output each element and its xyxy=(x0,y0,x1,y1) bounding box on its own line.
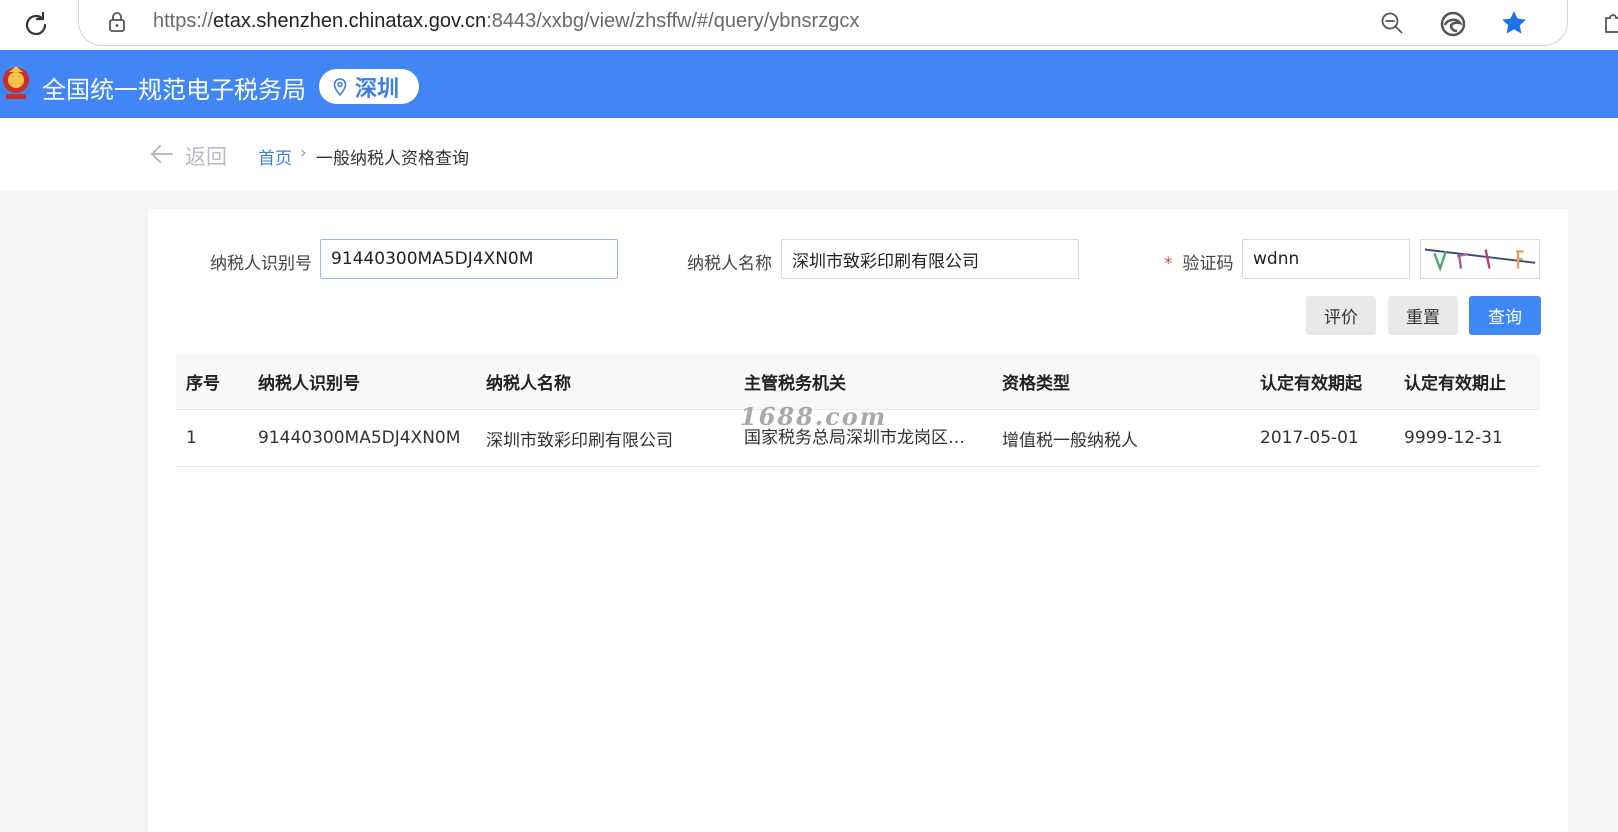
cell-valid-from: 2017-05-01 xyxy=(1260,428,1359,448)
browser-toolbar: https://etax.shenzhen.chinatax.gov.cn:84… xyxy=(0,0,1618,50)
taxpayer-id-label: 纳税人识别号 xyxy=(210,254,312,274)
cell-valid-to: 9999-12-31 xyxy=(1404,428,1503,448)
site-title: 全国统一规范电子税务局 xyxy=(42,76,306,104)
browser-extension-icon[interactable] xyxy=(1439,10,1467,38)
tax-emblem-icon xyxy=(3,66,29,99)
address-bar[interactable]: https://etax.shenzhen.chinatax.gov.cn:84… xyxy=(78,0,1568,46)
lock-icon[interactable] xyxy=(105,10,129,34)
cell-index: 1 xyxy=(186,428,197,448)
column-header-taxpayer-id: 纳税人识别号 xyxy=(258,374,360,394)
taxpayer-name-input[interactable] xyxy=(781,239,1079,279)
site-header: 全国统一规范电子税务局 深圳 xyxy=(0,50,1618,118)
taxpayer-id-input[interactable] xyxy=(320,239,618,279)
url-text[interactable]: https://etax.shenzhen.chinatax.gov.cn:84… xyxy=(153,10,859,33)
breadcrumb-home-link[interactable]: 首页 xyxy=(258,144,292,169)
column-header-tax-authority: 主管税务机关 xyxy=(744,374,846,394)
cell-taxpayer-name: 深圳市致彩印刷有限公司 xyxy=(486,430,673,451)
query-panel: 纳税人识别号 纳税人名称 * 验证码 评价 重置 查询 序号 纳税人识别号 纳税人… xyxy=(148,209,1568,832)
captcha-image[interactable] xyxy=(1420,239,1540,279)
extensions-puzzle-icon[interactable] xyxy=(1600,10,1618,36)
zoom-out-icon[interactable] xyxy=(1379,10,1405,36)
location-pin-icon xyxy=(333,77,347,96)
reload-icon[interactable] xyxy=(20,9,52,41)
city-name: 深圳 xyxy=(355,76,400,102)
captcha-input[interactable] xyxy=(1242,239,1410,279)
reset-button[interactable]: 重置 xyxy=(1388,296,1458,335)
column-header-valid-from: 认定有效期起 xyxy=(1260,374,1362,394)
column-header-valid-to: 认定有效期止 xyxy=(1404,374,1506,394)
cell-qualification-type: 增值税一般纳税人 xyxy=(1002,430,1138,451)
column-header-qualification-type: 资格类型 xyxy=(1002,374,1070,394)
captcha-label-text: 验证码 xyxy=(1182,254,1234,274)
column-header-index: 序号 xyxy=(186,374,220,394)
breadcrumb: 返回 首页 › 一般纳税人资格查询 xyxy=(0,118,1618,190)
watermark: 1688.com xyxy=(740,402,888,431)
favorite-star-icon[interactable] xyxy=(1499,8,1529,38)
query-button[interactable]: 查询 xyxy=(1469,296,1541,335)
captcha-label: * 验证码 xyxy=(1164,249,1234,274)
back-arrow-icon[interactable] xyxy=(150,143,174,165)
evaluate-button[interactable]: 评价 xyxy=(1306,296,1376,335)
back-button[interactable]: 返回 xyxy=(185,141,227,171)
breadcrumb-separator: › xyxy=(300,143,307,163)
required-mark: * xyxy=(1164,254,1173,274)
city-selector[interactable]: 深圳 xyxy=(319,69,420,104)
cell-taxpayer-id: 91440300MA5DJ4XN0M xyxy=(258,428,461,448)
column-header-taxpayer-name: 纳税人名称 xyxy=(486,374,571,394)
breadcrumb-current: 一般纳税人资格查询 xyxy=(316,149,469,169)
taxpayer-name-label: 纳税人名称 xyxy=(687,254,772,274)
